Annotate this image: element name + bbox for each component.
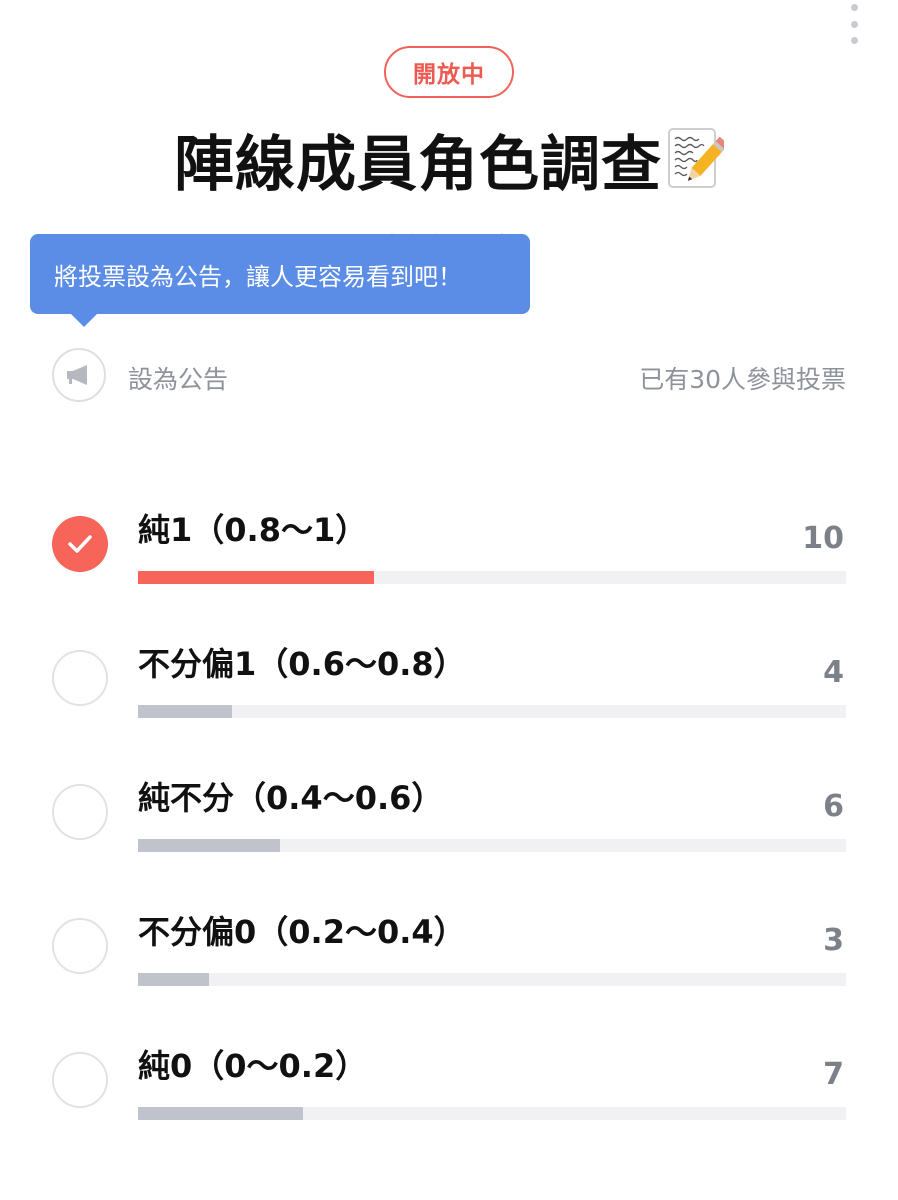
set-announcement-label[interactable]: 設為公告 <box>128 360 228 396</box>
option-bar <box>138 705 846 718</box>
option-label: 不分偏0（0.2～0.4） <box>138 913 466 951</box>
page-title: 陣線成員角色調查 <box>0 124 898 206</box>
tooltip-arrow <box>70 313 98 327</box>
more-vertical-icon[interactable] <box>842 2 866 46</box>
poll-option[interactable]: 純不分（0.4～0.6） 6 <box>52 774 846 874</box>
announce-tooltip[interactable]: 將投票設為公告，讓人更容易看到吧！ <box>30 234 530 314</box>
megaphone-icon <box>67 365 87 385</box>
option-checked-icon[interactable] <box>52 516 108 572</box>
status-badge: 開放中 <box>384 46 514 98</box>
poll-option[interactable]: 純0（0～0.2） 7 <box>52 1042 846 1142</box>
menu-dot <box>850 37 858 44</box>
poll-option[interactable]: 純1（0.8～1） 10 <box>52 506 846 606</box>
announce-row: 設為公告 已有30人參與投票 <box>52 348 846 406</box>
menu-dot <box>850 4 858 11</box>
option-radio[interactable] <box>52 918 108 974</box>
checkmark-icon <box>68 535 92 553</box>
option-count: 4 <box>823 655 844 690</box>
memo-icon <box>666 125 729 191</box>
option-radio[interactable] <box>52 784 108 840</box>
option-radio[interactable] <box>52 1052 108 1108</box>
menu-dot <box>850 20 858 28</box>
option-radio[interactable] <box>52 650 108 706</box>
option-bar-fill <box>138 839 280 852</box>
option-bar <box>138 1107 846 1120</box>
option-label: 不分偏1（0.6～0.8） <box>138 645 466 683</box>
option-label: 純不分（0.4～0.6） <box>138 779 444 817</box>
poll-option[interactable]: 不分偏1（0.6～0.8） 4 <box>52 640 846 740</box>
tooltip-text: 將投票設為公告，讓人更容易看到吧！ <box>54 262 462 291</box>
option-bar <box>138 571 846 584</box>
option-bar-fill <box>138 973 209 986</box>
option-bar <box>138 839 846 852</box>
option-count: 3 <box>823 923 844 958</box>
option-bar-fill <box>138 705 233 718</box>
option-label: 純1（0.8～1） <box>138 511 368 549</box>
poll-option[interactable]: 不分偏0（0.2～0.4） 3 <box>52 908 846 1008</box>
option-count: 7 <box>823 1057 844 1092</box>
option-bar-fill <box>138 1107 304 1120</box>
option-bar-fill <box>138 571 374 584</box>
option-count: 10 <box>802 521 844 556</box>
option-bar <box>138 973 846 986</box>
page-title-text: 陣線成員角色調查 <box>174 130 662 200</box>
option-count: 6 <box>823 789 844 824</box>
option-label: 純0（0～0.2） <box>138 1047 368 1085</box>
set-announcement-button[interactable] <box>52 348 106 402</box>
participants-count: 已有30人參與投票 <box>639 365 846 394</box>
